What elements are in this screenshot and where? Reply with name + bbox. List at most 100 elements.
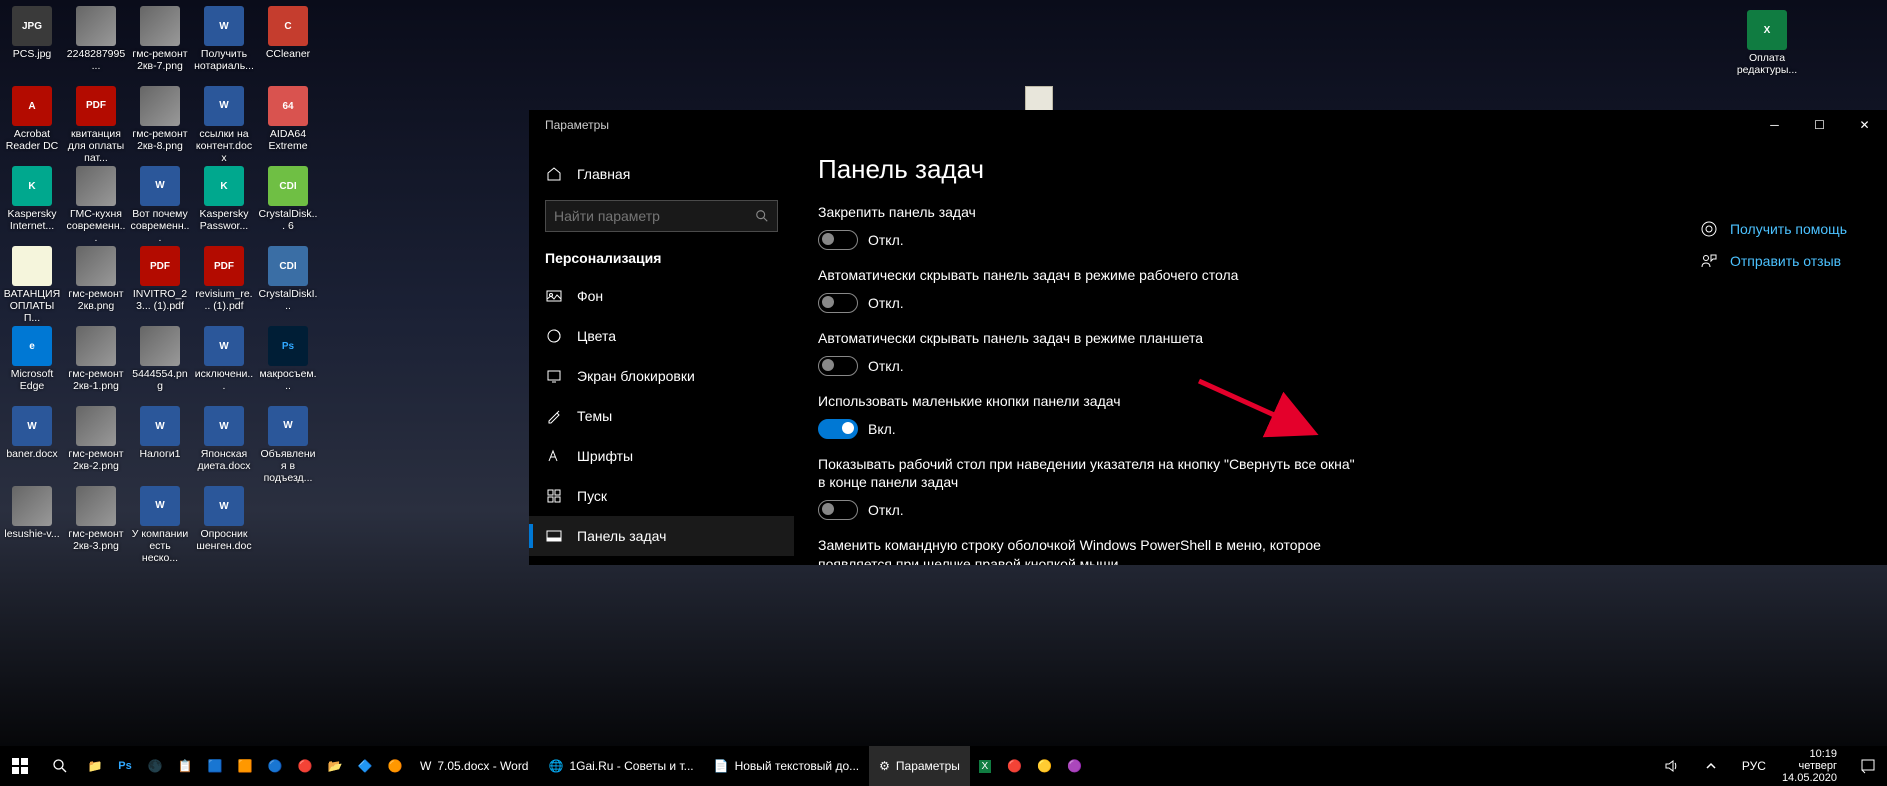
desktop-icon[interactable]: 64AIDA64 Extreme	[256, 84, 320, 164]
pinned-explorer[interactable]: 📁	[80, 746, 110, 786]
file-icon	[76, 326, 116, 366]
icon-label: исключени...	[194, 368, 254, 392]
desktop-icon[interactable]: CDICrystalDisk... 6	[256, 164, 320, 244]
home-icon	[545, 165, 563, 183]
nav-home[interactable]: Главная	[529, 154, 794, 194]
minimize-button[interactable]: ─	[1752, 110, 1797, 140]
background-icon	[545, 287, 563, 305]
file-icon: K	[204, 166, 244, 206]
desktop-icon[interactable]: WВот почему современн...	[128, 164, 192, 244]
desktop-icon[interactable]: WПолучить нотариаль...	[192, 4, 256, 84]
desktop-icon[interactable]: Psмакросъем...	[256, 324, 320, 404]
notification-button[interactable]	[1853, 746, 1883, 786]
language-indicator[interactable]: РУС	[1736, 759, 1772, 773]
pinned-app-skype[interactable]: 🔵	[260, 746, 290, 786]
get-help-link[interactable]: Получить помощь	[1700, 220, 1847, 238]
tray-sound[interactable]	[1656, 746, 1686, 786]
desktop-icon[interactable]: WОбъявления в подъезд...	[256, 404, 320, 484]
toggle-switch[interactable]	[818, 230, 858, 250]
toggle-switch[interactable]	[818, 500, 858, 520]
file-icon: W	[204, 6, 244, 46]
desktop-icon[interactable]: PDFквитанция для оплаты пат...	[64, 84, 128, 164]
desktop-icon[interactable]: Wисключени...	[192, 324, 256, 404]
toggle-switch[interactable]	[818, 419, 858, 439]
desktop-icon[interactable]: WОпросник шенген.doc	[192, 484, 256, 564]
desktop-icon-excel[interactable]: X Оплата редактуры...	[1727, 10, 1807, 76]
desktop-icon[interactable]: lesushie-v...	[0, 484, 64, 564]
desktop-icon[interactable]: гмс-ремонт 2кв-1.png	[64, 324, 128, 404]
desktop-icon[interactable]: гмс-ремонт 2кв-3.png	[64, 484, 128, 564]
start-button[interactable]	[0, 746, 40, 786]
desktop-icon[interactable]: CDICrystalDiskI...	[256, 244, 320, 324]
desktop-icon[interactable]: PDFINVITRO_23... (1).pdf	[128, 244, 192, 324]
icon-label: гмс-ремонт 2кв-3.png	[66, 528, 126, 552]
pinned-app-sublime[interactable]: 🟧	[230, 746, 260, 786]
feedback-link[interactable]: Отправить отзыв	[1700, 252, 1847, 270]
search-icon	[755, 209, 769, 223]
desktop-icon[interactable]: гмс-ремонт 2кв-2.png	[64, 404, 128, 484]
taskbar-task[interactable]: 📄Новый текстовый до...	[704, 746, 870, 786]
file-icon: PDF	[76, 86, 116, 126]
desktop-icon[interactable]: PDFrevisium_re... (1).pdf	[192, 244, 256, 324]
task-label: Параметры	[896, 759, 960, 773]
tray-opera[interactable]: 🔴	[1000, 746, 1030, 786]
setting-label: Закрепить панель задач	[818, 203, 1358, 222]
desktop-icon[interactable]: Wbaner.docx	[0, 404, 64, 484]
nav-start[interactable]: Пуск	[529, 476, 794, 516]
desktop-icon[interactable]: гмс-ремонт 2кв-8.png	[128, 84, 192, 164]
tray-chevron[interactable]	[1696, 746, 1726, 786]
toggle-switch[interactable]	[818, 293, 858, 313]
pinned-app-ftp[interactable]: 📂	[320, 746, 350, 786]
tray-app[interactable]: 🟣	[1060, 746, 1090, 786]
pinned-photoshop[interactable]: Ps	[110, 746, 140, 786]
desktop-icon[interactable]: KKaspersky Passwor...	[192, 164, 256, 244]
desktop-icon[interactable]: WНалоги1	[128, 404, 192, 484]
desktop-icon[interactable]: KKaspersky Internet...	[0, 164, 64, 244]
nav-colors[interactable]: Цвета	[529, 316, 794, 356]
tray-yandex[interactable]: 🟡	[1030, 746, 1060, 786]
desktop-icon[interactable]: 2248287995...	[64, 4, 128, 84]
nav-fonts[interactable]: Шрифты	[529, 436, 794, 476]
desktop-icon[interactable]: гмс-ремонт 2кв.png	[64, 244, 128, 324]
time: 10:19	[1809, 748, 1837, 760]
taskbar-task[interactable]: W7.05.docx - Word	[410, 746, 538, 786]
maximize-button[interactable]: ☐	[1797, 110, 1842, 140]
tray-excel[interactable]: X	[970, 746, 1000, 786]
desktop-icon[interactable]: ВАТАНЦИЯ ОПЛАТЫ П...	[0, 244, 64, 324]
icon-label: 5444554.png	[130, 368, 190, 392]
desktop-icon[interactable]: 5444554.png	[128, 324, 192, 404]
icon-label: гмс-ремонт 2кв.png	[66, 288, 126, 312]
pinned-app-2[interactable]: 🌑	[140, 746, 170, 786]
pinned-app-6[interactable]: 🔷	[350, 746, 380, 786]
desktop-icon[interactable]: гмс-ремонт 2кв-7.png	[128, 4, 192, 84]
search-button[interactable]	[40, 746, 80, 786]
icon-label: Японская диета.docx	[194, 448, 254, 472]
desktop-icon[interactable]: eMicrosoft Edge	[0, 324, 64, 404]
nav-taskbar[interactable]: Панель задач	[529, 516, 794, 556]
pinned-app-chrome[interactable]: 🔴	[290, 746, 320, 786]
desktop-icon[interactable]: WЯпонская диета.docx	[192, 404, 256, 484]
taskbar-task[interactable]: ⚙Параметры	[869, 746, 970, 786]
desktop-icon[interactable]: Wссылки на контент.docx	[192, 84, 256, 164]
desktop-icon[interactable]: CCCleaner	[256, 4, 320, 84]
desktop-icon[interactable]: ГМС-кухня современн...	[64, 164, 128, 244]
pinned-app-3[interactable]: 📋	[170, 746, 200, 786]
nav-lockscreen[interactable]: Экран блокировки	[529, 356, 794, 396]
desktop-icon[interactable]: WУ компании есть неско...	[128, 484, 192, 564]
close-button[interactable]: ✕	[1842, 110, 1887, 140]
search-input[interactable]	[554, 208, 755, 224]
desktop-icon[interactable]: AAcrobat Reader DC	[0, 84, 64, 164]
nav-background[interactable]: Фон	[529, 276, 794, 316]
toggle-switch[interactable]	[818, 356, 858, 376]
clock[interactable]: 10:19 четверг 14.05.2020	[1782, 748, 1843, 784]
file-icon: C	[268, 6, 308, 46]
pinned-app-4[interactable]: 🟦	[200, 746, 230, 786]
icon-label: baner.docx	[6, 448, 57, 460]
icon-label: гмс-ремонт 2кв-8.png	[130, 128, 190, 152]
search-box[interactable]	[545, 200, 778, 232]
nav-themes[interactable]: Темы	[529, 396, 794, 436]
setting-0: Закрепить панель задачОткл.	[818, 203, 1358, 250]
pinned-app-7[interactable]: 🟠	[380, 746, 410, 786]
taskbar-task[interactable]: 🌐1Gai.Ru - Советы и т...	[538, 746, 703, 786]
desktop-icon[interactable]: JPGPCS.jpg	[0, 4, 64, 84]
